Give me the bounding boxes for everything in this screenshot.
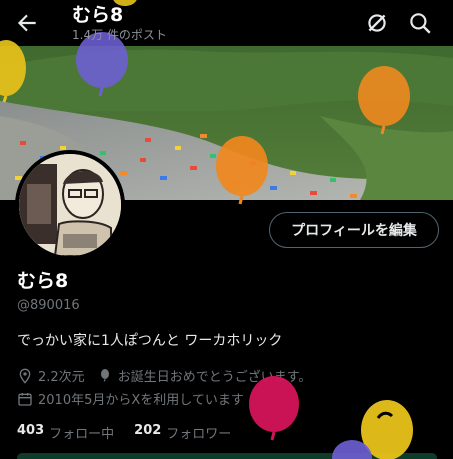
user-handle: @890016 — [17, 298, 80, 313]
header-title-block: むら8 1.4万 件のポスト — [72, 3, 167, 43]
balloon-icon — [100, 368, 109, 382]
edit-profile-button[interactable]: プロフィールを編集 — [269, 212, 439, 248]
following-count: 403 — [17, 423, 45, 438]
profile-bio: でっかい家に1人ぽつんと ワーカホリック — [17, 333, 283, 349]
balloon-magenta — [249, 376, 299, 441]
avatar[interactable] — [15, 150, 125, 260]
joined-row: 2010年5月からXを利用しています — [17, 389, 244, 408]
followers-link[interactable]: 202 フォロワー — [134, 423, 231, 442]
joined-text: 2010年5月からXを利用しています — [38, 393, 244, 408]
follow-stats: 403 フォロー中 202 フォロワー — [17, 423, 251, 442]
search-icon[interactable] — [407, 10, 433, 36]
balloon-purple-bottom — [332, 440, 372, 459]
grok-icon[interactable] — [364, 10, 390, 36]
post-count: 1.4万 件のポスト — [72, 28, 167, 42]
display-name: むら8 — [17, 270, 69, 292]
calendar-icon — [18, 392, 32, 406]
back-arrow-icon[interactable] — [14, 10, 40, 36]
header-title: むら8 — [72, 4, 124, 26]
followers-label: フォロワー — [166, 427, 232, 442]
balloon-orange-right — [358, 66, 410, 135]
avatar-illustration — [19, 154, 121, 256]
following-label: フォロー中 — [49, 427, 115, 442]
profile-header: むら8 1.4万 件のポスト — [0, 0, 453, 46]
location-icon — [19, 368, 31, 384]
location-text: 2.2次元 — [38, 370, 85, 385]
following-link[interactable]: 403 フォロー中 — [17, 423, 114, 442]
followers-count: 202 — [134, 423, 162, 438]
balloon-yellow-left — [0, 40, 26, 103]
balloon-orange-center — [216, 136, 268, 205]
